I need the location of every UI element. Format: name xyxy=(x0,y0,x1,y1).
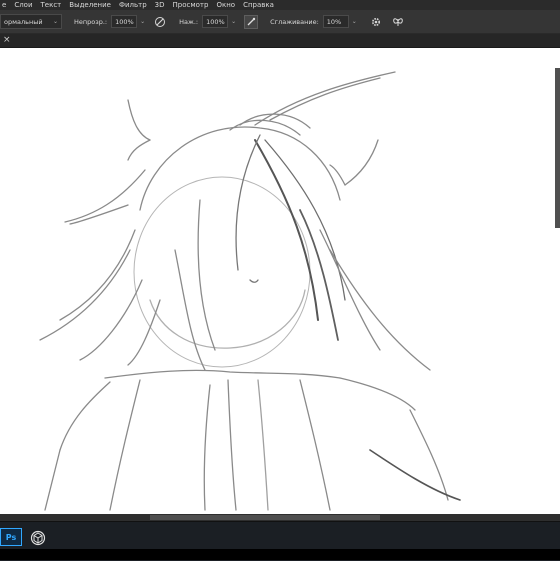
smoothing-label: Сглаживание: xyxy=(270,17,319,26)
opacity-dropdown-icon[interactable]: ⌄ xyxy=(140,18,145,25)
close-icon[interactable]: × xyxy=(3,35,11,45)
pressure-field[interactable]: 100% xyxy=(202,15,229,28)
menu-item-filter[interactable]: Фильтр xyxy=(119,1,147,9)
menu-item-view[interactable]: Просмотр xyxy=(173,1,209,9)
horizontal-scrollbar-thumb[interactable] xyxy=(150,515,380,520)
blend-mode-dropdown[interactable]: ормальный ⌄ xyxy=(0,14,62,29)
taskbar-bottom-edge xyxy=(0,549,560,560)
document-tab-strip: × xyxy=(0,34,560,48)
menu-item-select[interactable]: Выделение xyxy=(69,1,111,9)
menu-item-layers[interactable]: Слои xyxy=(14,1,32,9)
menu-item-help[interactable]: Справка xyxy=(243,1,274,9)
opacity-value: 100% xyxy=(115,17,134,26)
smoothing-dropdown-icon[interactable]: ⌄ xyxy=(352,18,357,25)
menu-item-3d[interactable]: 3D xyxy=(155,1,165,9)
pressure-label: Наж.: xyxy=(179,17,199,26)
drawing-canvas[interactable] xyxy=(0,48,560,514)
photoshop-icon[interactable]: Ps xyxy=(0,528,22,546)
menu-bar: е Слои Текст Выделение Фильтр 3D Просмот… xyxy=(0,0,560,10)
vertical-scrollbar-thumb[interactable] xyxy=(555,68,560,228)
options-bar: ормальный ⌄ Непрозр.: 100% ⌄ Наж.: 100% … xyxy=(0,10,560,34)
menu-item-edit-partial[interactable]: е xyxy=(2,1,6,9)
sketch-drawing xyxy=(39,71,461,511)
opacity-field[interactable]: 100% xyxy=(111,15,138,28)
pen-pressure-icon[interactable] xyxy=(153,15,167,29)
pressure-value: 100% xyxy=(206,17,225,26)
smoothing-field[interactable]: 10% xyxy=(322,15,349,28)
menu-item-window[interactable]: Окно xyxy=(216,1,235,9)
smoothing-value: 10% xyxy=(326,17,342,26)
pressure-dropdown-icon[interactable]: ⌄ xyxy=(231,18,236,25)
opacity-label: Непрозр.: xyxy=(74,17,108,26)
gear-icon[interactable] xyxy=(369,15,383,29)
horizontal-scrollbar[interactable] xyxy=(0,514,560,521)
menu-item-text[interactable]: Текст xyxy=(41,1,62,9)
photoshop-label: Ps xyxy=(5,532,17,542)
airbrush-icon[interactable] xyxy=(244,14,259,29)
butterfly-icon[interactable] xyxy=(391,15,405,29)
chevron-down-icon: ⌄ xyxy=(52,18,58,25)
blend-mode-value: ормальный xyxy=(4,17,43,26)
cube-icon[interactable] xyxy=(28,528,48,548)
